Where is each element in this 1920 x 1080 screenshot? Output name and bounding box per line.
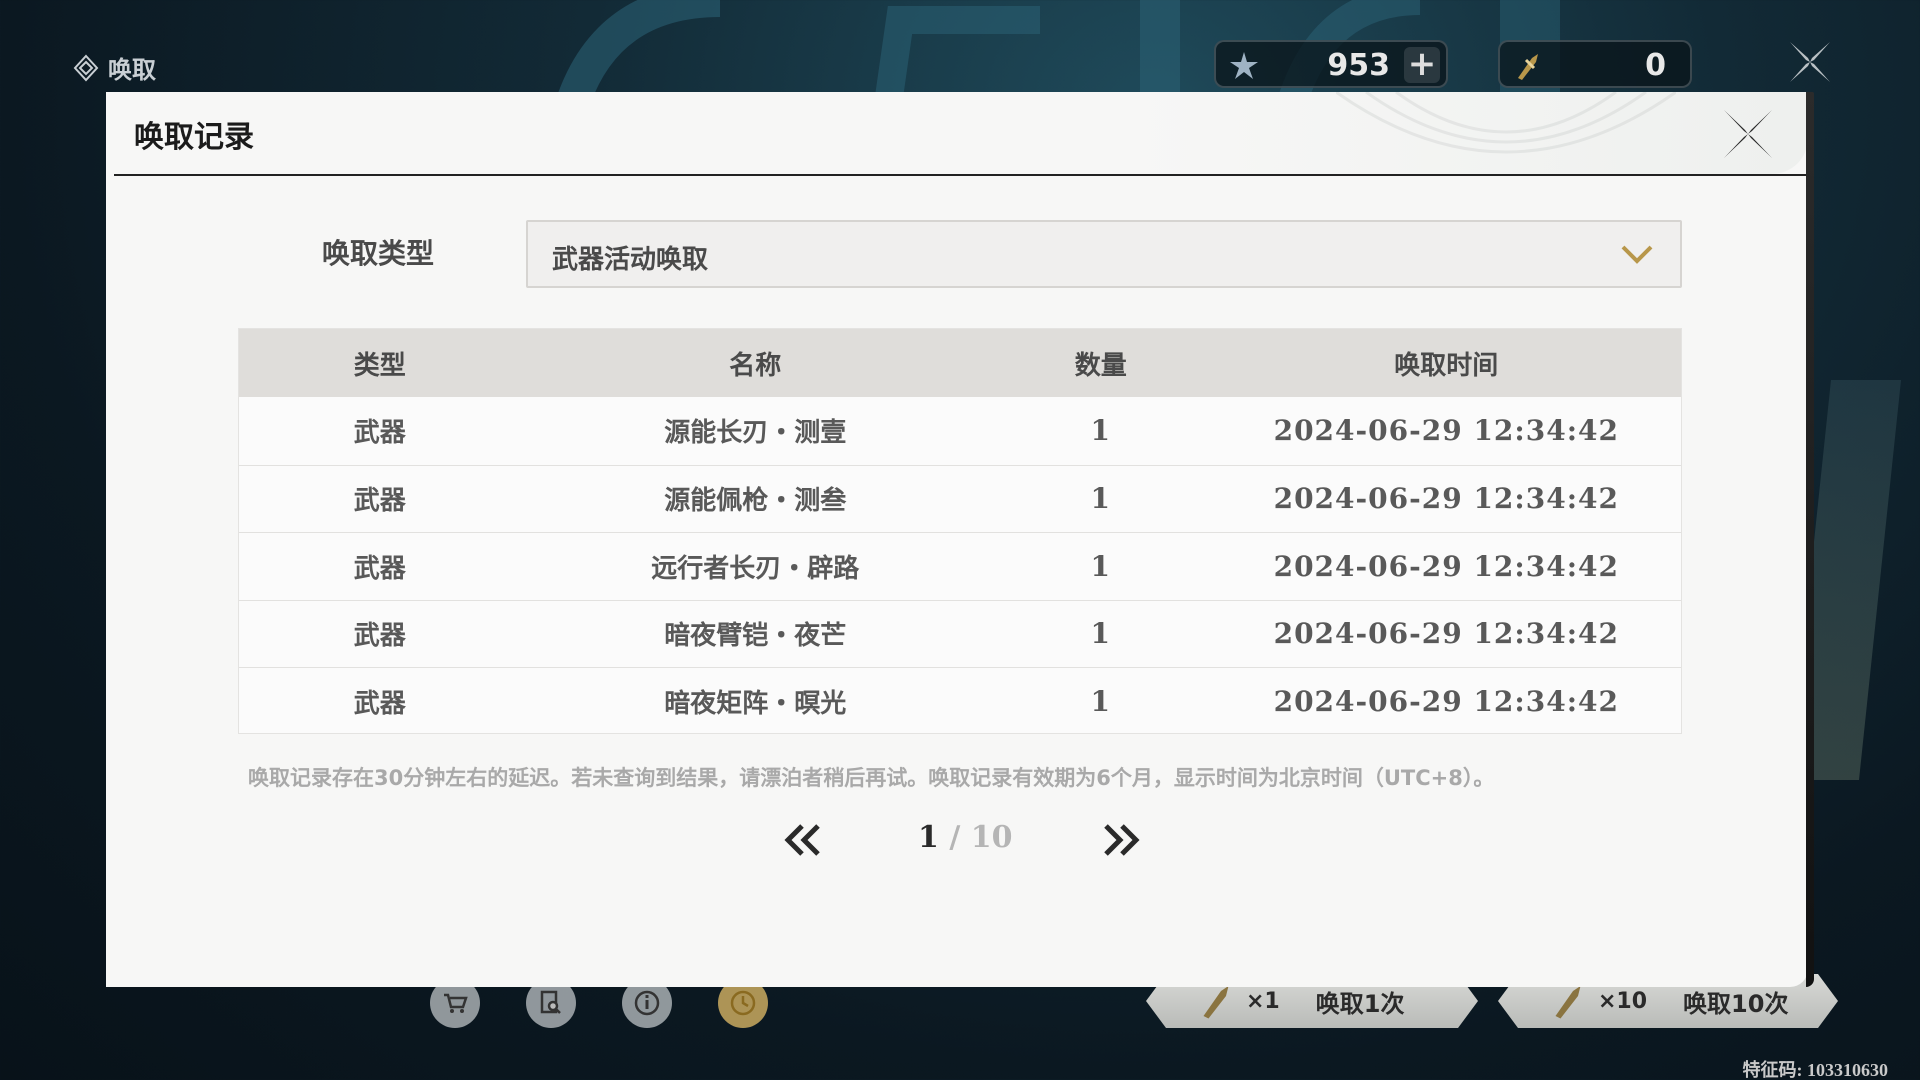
header-divider [114, 174, 1812, 176]
dialog-title: 唤取记录 [134, 120, 254, 155]
header-quantity: 数量 [1074, 350, 1127, 381]
cell-time: 2024-06-29 12:34:42 [1273, 617, 1620, 651]
cell-type: 武器 [353, 486, 406, 517]
cell-quantity: 1 [1090, 684, 1112, 718]
pull-once-count: ×1 [1246, 988, 1280, 1014]
chevron-down-icon [1621, 245, 1653, 264]
hud-close-icon[interactable] [1786, 38, 1834, 86]
pull-ten-label: 唤取10次 [1683, 989, 1789, 1018]
cell-time: 2024-06-29 12:34:42 [1273, 684, 1620, 718]
table-row: 武器 暗夜矩阵・暝光 1 2024-06-29 12:34:42 [239, 667, 1681, 735]
convene-type-dropdown[interactable]: 武器活动唤取 [526, 220, 1682, 288]
forging-tide-icon [1518, 54, 1538, 80]
add-astrite-button[interactable]: + [1404, 47, 1440, 83]
forging-tide-icon [1196, 981, 1236, 1021]
total-pages: 10 [970, 820, 1013, 855]
header-decoration [1336, 92, 1676, 154]
table-header: 类型 名称 数量 唤取时间 [239, 329, 1681, 397]
cell-time: 2024-06-29 12:34:42 [1273, 414, 1620, 448]
convene-history-dialog: 唤取记录 唤取类型 武器活动唤取 类型 名称 数量 唤取时间 武器 源能长刃・测… [106, 92, 1814, 987]
table-row: 武器 暗夜臂铠・夜芒 1 2024-06-29 12:34:42 [239, 599, 1681, 668]
cell-name: 源能佩枪・测叁 [664, 486, 847, 517]
cell-type: 武器 [353, 621, 406, 652]
cell-name: 暗夜矩阵・暝光 [664, 688, 847, 719]
cell-quantity: 1 [1090, 482, 1112, 516]
cell-time: 2024-06-29 12:34:42 [1273, 482, 1620, 516]
dropdown-selected-value: 武器活动唤取 [552, 245, 709, 275]
hud-title-label: 唤取 [108, 56, 156, 84]
cell-quantity: 1 [1090, 414, 1112, 448]
page-separator: / [949, 820, 961, 855]
history-table: 类型 名称 数量 唤取时间 武器 源能长刃・测壹 1 2024-06-29 12… [238, 328, 1682, 734]
cell-type: 武器 [353, 418, 406, 449]
page-indicator: 1 / 10 [918, 820, 1013, 855]
filter-label: 唤取类型 [322, 237, 435, 270]
pull-once-label: 唤取1次 [1315, 989, 1405, 1018]
convene-icon [73, 54, 99, 81]
cell-name: 远行者长刃・辟路 [651, 553, 860, 584]
tide-value: 0 [1645, 48, 1666, 83]
table-body: 武器 源能长刃・测壹 1 2024-06-29 12:34:42 武器 源能佩枪… [239, 397, 1681, 735]
player-uid: 特征码: 103310630 [1742, 1060, 1889, 1080]
astrite-star-icon [1230, 52, 1258, 79]
table-row: 武器 源能长刃・测壹 1 2024-06-29 12:34:42 [239, 397, 1681, 465]
header-time: 唤取时间 [1394, 350, 1499, 381]
chevrons-right-icon[interactable] [1100, 822, 1142, 858]
cell-time: 2024-06-29 12:34:42 [1273, 549, 1620, 583]
tide-currency: 0 [1498, 40, 1692, 88]
astrite-value: 953 [1327, 48, 1390, 83]
table-row: 武器 远行者长刃・辟路 1 2024-06-29 12:34:42 [239, 532, 1681, 600]
current-page: 1 [918, 820, 939, 855]
close-icon[interactable] [1720, 106, 1776, 162]
dialog-header: 唤取记录 [106, 92, 1808, 174]
chevrons-left-icon[interactable] [782, 822, 824, 858]
forging-tide-icon [1548, 981, 1588, 1021]
header-type: 类型 [353, 350, 406, 381]
header-name: 名称 [729, 350, 782, 381]
delay-notice: 唤取记录存在30分钟左右的延迟。若未查询到结果，请漂泊者稍后再试。唤取记录有效期… [248, 766, 1495, 790]
cell-type: 武器 [353, 688, 406, 719]
pull-ten-count: ×10 [1598, 988, 1648, 1014]
cell-name: 源能长刃・测壹 [664, 418, 847, 449]
hud-title: 唤取 [72, 50, 156, 85]
cell-name: 暗夜臂铠・夜芒 [664, 621, 847, 652]
table-row: 武器 源能佩枪・测叁 1 2024-06-29 12:34:42 [239, 464, 1681, 533]
cell-quantity: 1 [1090, 617, 1112, 651]
cell-type: 武器 [353, 553, 406, 584]
astrite-currency: 953 + [1214, 40, 1448, 88]
pagination: 1 / 10 [106, 816, 1808, 866]
cell-quantity: 1 [1090, 549, 1112, 583]
